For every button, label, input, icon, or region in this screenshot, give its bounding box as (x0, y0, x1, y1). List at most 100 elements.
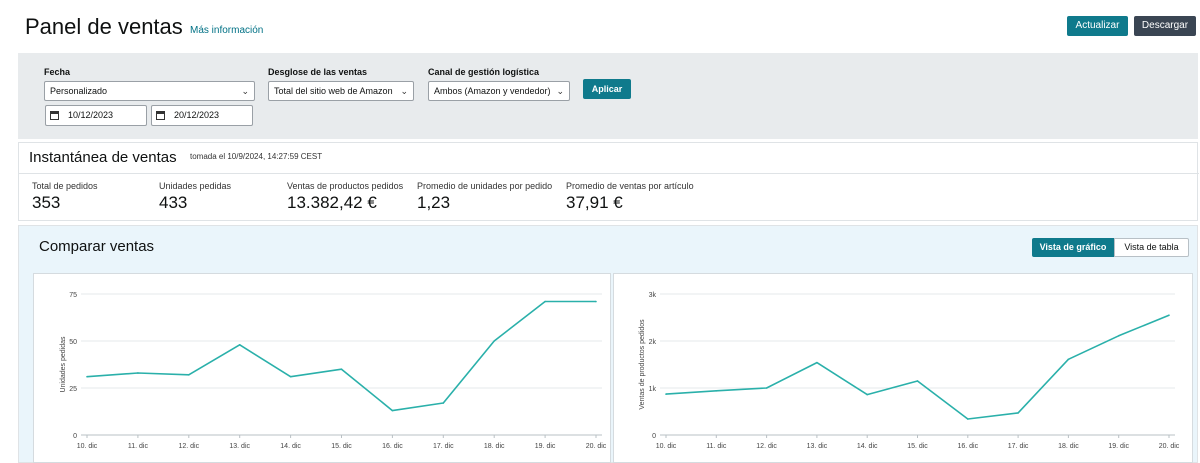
metric-value-product-sales: 13.382,42 € (287, 193, 377, 212)
page-title: Panel de ventas (25, 14, 183, 39)
x-tick-label: 10. dic (77, 443, 98, 450)
download-button[interactable]: Descargar (1134, 16, 1196, 36)
x-tick-label: 14. dic (857, 443, 878, 450)
date-filter-label: Fecha (44, 67, 71, 77)
data-point (86, 375, 88, 378)
x-tick-label: 16. dic (957, 443, 978, 450)
x-tick-label: 19. dic (1108, 443, 1129, 450)
y-tick-label: 2k (649, 339, 657, 346)
page-header: Panel de ventas Más información Actualiz… (0, 0, 1200, 52)
data-point (816, 361, 818, 364)
data-point (1017, 412, 1019, 414)
data-point (137, 372, 139, 374)
date-range-select[interactable]: Personalizado ⌄ (44, 81, 255, 101)
y-tick-label: 3k (649, 292, 657, 299)
metric-label-total-orders: Total de pedidos (32, 181, 98, 191)
snapshot-divider (19, 173, 1199, 174)
sales-snapshot: Instantánea de ventas tomada el 10/9/202… (18, 142, 1199, 221)
breakdown-value: Total del sitio web de Amazon (274, 86, 393, 96)
data-point (1117, 335, 1120, 337)
data-point (715, 390, 718, 392)
filter-panel: Fecha Personalizado ⌄ 10/12/2023 20/12/2… (18, 53, 1198, 139)
metric-value-units-ordered: 433 (159, 193, 188, 212)
start-date-value: 10/12/2023 (68, 110, 114, 120)
apply-button[interactable]: Aplicar (583, 79, 631, 99)
x-tick-label: 12. dic (178, 443, 199, 450)
series-line (86, 300, 596, 412)
metric-label-units-per-order: Promedio de unidades por pedido (417, 181, 553, 191)
breakdown-select[interactable]: Total del sitio web de Amazon ⌄ (268, 81, 414, 101)
end-date-input[interactable]: 20/12/2023 (151, 105, 253, 126)
sales-chart-panel: 0 1k 2k 3k Ventas de productos pedidos 10. di… (613, 273, 1193, 463)
product-sales-chart: 0 1k 2k 3k Ventas de productos pedidos 10. di… (639, 292, 1180, 450)
x-tick-label: 18. dic (1058, 443, 1079, 450)
snapshot-title: Instantánea de ventas (29, 149, 177, 166)
data-point (665, 393, 667, 395)
data-point (493, 340, 496, 342)
y-axis-label: Ventas de productos pedidos (639, 319, 646, 410)
snapshot-timestamp: tomada el 10/9/2024, 14:27:59 CEST (190, 152, 323, 161)
x-tick-label: 13. dic (229, 443, 250, 450)
chevron-down-icon: ⌄ (400, 86, 408, 96)
y-tick-label: 0 (73, 433, 77, 440)
channel-select[interactable]: Ambos (Amazon y vendedor) ⌄ (428, 81, 570, 101)
data-point (340, 368, 343, 370)
chevron-down-icon: ⌄ (241, 86, 249, 96)
calendar-icon (156, 111, 165, 120)
x-tick-label: 11. dic (128, 443, 149, 450)
data-point (391, 409, 394, 412)
y-tick-label: 1k (649, 386, 657, 393)
channel-filter-label: Canal de gestión logística (428, 67, 540, 77)
x-tick-label: 14. dic (280, 443, 301, 450)
x-tick-label: 20. dic (586, 443, 607, 450)
compare-sales-title: Comparar ventas (39, 238, 155, 255)
breakdown-filter-label: Desglose de las ventas (268, 67, 368, 77)
data-point (765, 387, 768, 389)
data-point (188, 374, 190, 376)
x-tick-label: 11. dic (706, 443, 727, 450)
x-tick-label: 18. dic (484, 443, 505, 450)
x-tick-label: 15. dic (331, 443, 352, 450)
data-point (1067, 358, 1070, 361)
data-point (866, 393, 868, 396)
x-tick-label: 12. dic (756, 443, 777, 450)
data-point (442, 402, 445, 404)
date-range-value: Personalizado (50, 86, 108, 96)
data-point (916, 380, 919, 382)
metric-label-units-ordered: Unidades pedidas (159, 181, 232, 191)
y-tick-label: 75 (69, 292, 77, 299)
more-info-link[interactable]: Más información (190, 25, 263, 36)
y-tick-label: 50 (69, 339, 77, 346)
x-tick-label: 13. dic (807, 443, 828, 450)
data-point (967, 418, 969, 420)
update-button[interactable]: Actualizar (1067, 16, 1128, 36)
x-tick-label: 10. dic (656, 443, 677, 450)
start-date-input[interactable]: 10/12/2023 (45, 105, 147, 126)
y-tick-label: 0 (652, 433, 656, 440)
table-view-toggle[interactable]: Vista de tabla (1114, 238, 1189, 257)
data-point (289, 375, 292, 378)
series-line (665, 314, 1170, 420)
units-chart-panel: 0 25 50 75 Unidades pedidas 10. dic 11. dic 12.… (33, 273, 611, 463)
metric-value-units-per-order: 1,23 (417, 193, 451, 212)
x-tick-label: 20. dic (1159, 443, 1180, 450)
end-date-value: 20/12/2023 (174, 110, 220, 120)
metric-value-sales-per-item: 37,91 € (566, 193, 623, 212)
channel-value: Ambos (Amazon y vendedor) (434, 86, 551, 96)
x-tick-label: 17. dic (1008, 443, 1029, 450)
data-point (238, 343, 241, 346)
metric-value-total-orders: 353 (32, 193, 61, 212)
data-point (1168, 314, 1170, 316)
chevron-down-icon: ⌄ (556, 86, 564, 96)
data-point (595, 300, 597, 303)
metric-label-product-sales: Ventas de productos pedidos (287, 181, 404, 191)
x-tick-label: 15. dic (907, 443, 928, 450)
graph-view-toggle[interactable]: Vista de gráfico (1032, 238, 1114, 257)
x-tick-label: 16. dic (382, 443, 403, 450)
x-tick-label: 17. dic (433, 443, 454, 450)
data-point (544, 300, 546, 303)
y-tick-label: 25 (69, 386, 77, 393)
units-ordered-chart: 0 25 50 75 Unidades pedidas 10. dic 11. dic 12.… (60, 292, 607, 450)
y-axis-label: Unidades pedidas (60, 336, 67, 393)
metric-label-sales-per-item: Promedio de ventas por artículo (566, 181, 694, 191)
